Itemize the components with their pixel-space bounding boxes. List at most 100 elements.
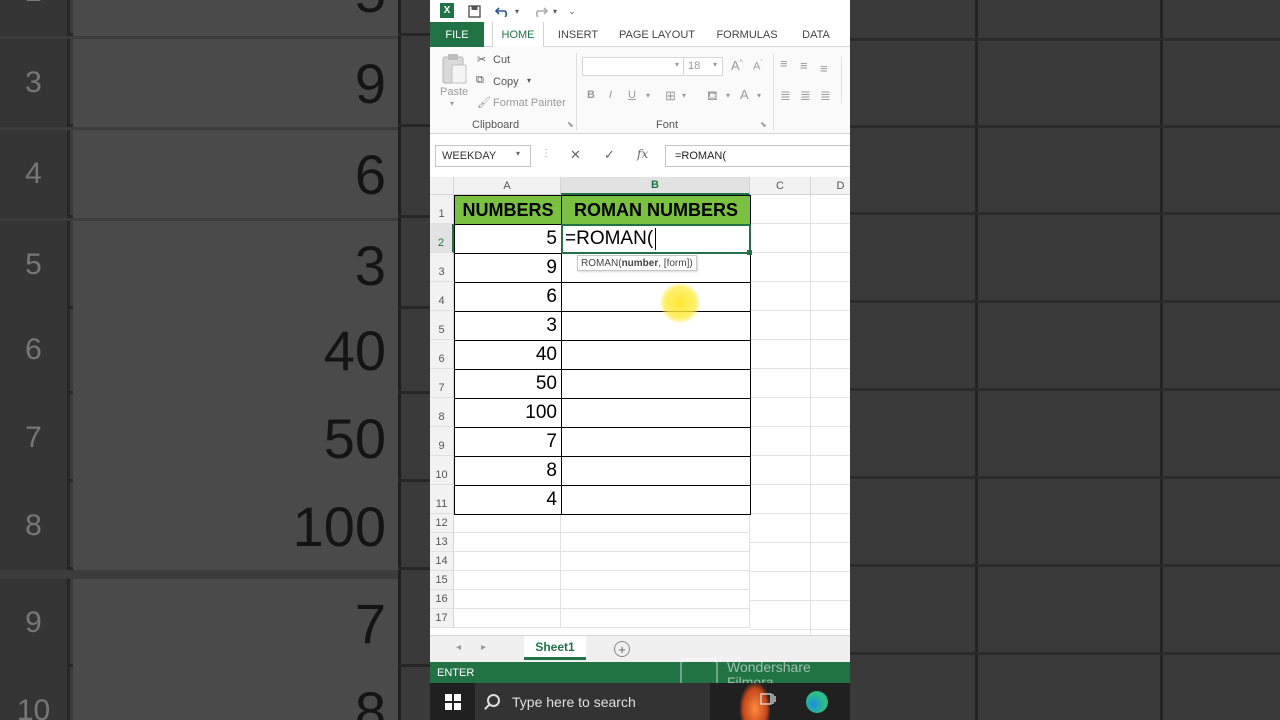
font-name-input[interactable] — [582, 57, 686, 76]
copy-icon[interactable]: ⧉ — [476, 74, 484, 87]
row-header[interactable]: 6 — [430, 340, 454, 369]
roman-cell[interactable] — [561, 282, 751, 312]
row-header[interactable]: 12 — [430, 514, 454, 533]
tab-insert[interactable]: INSERT — [552, 22, 604, 47]
row-header[interactable]: 13 — [430, 533, 454, 552]
cell[interactable] — [561, 571, 750, 590]
row-header[interactable]: 11 — [430, 485, 454, 514]
format-painter-icon[interactable]: 🖌 — [477, 96, 491, 109]
copy-button[interactable]: Copy — [493, 76, 519, 88]
row-header[interactable]: 14 — [430, 552, 454, 571]
number-cell[interactable]: 50 — [454, 369, 562, 399]
paste-button[interactable]: Paste — [440, 86, 468, 98]
fill-handle[interactable] — [747, 250, 752, 255]
roman-cell[interactable] — [561, 311, 751, 341]
shrink-font-icon[interactable]: Aˇ — [753, 60, 763, 73]
cell[interactable] — [454, 609, 561, 628]
cell[interactable] — [454, 590, 561, 609]
tab-file[interactable]: FILE — [430, 22, 484, 47]
clipboard-launcher-icon[interactable]: ⬊ — [567, 120, 574, 129]
row-header[interactable]: 1 — [430, 195, 454, 224]
align-center-icon[interactable]: ≣ — [800, 88, 811, 104]
copy-dropdown-icon[interactable]: ▾ — [527, 76, 531, 85]
number-cell[interactable]: 7 — [454, 427, 562, 457]
font-launcher-icon[interactable]: ⬊ — [760, 120, 767, 129]
task-view-icon[interactable] — [760, 691, 776, 712]
font-name-dropdown-icon[interactable]: ▾ — [675, 60, 679, 69]
active-cell-b2[interactable]: =ROMAN( — [561, 224, 751, 254]
bold-button[interactable]: B — [587, 89, 595, 101]
tab-data[interactable]: DATA — [794, 22, 838, 47]
number-cell[interactable]: 9 — [454, 253, 562, 283]
customize-toolbar-icon[interactable]: ⌄ — [567, 2, 577, 20]
roman-cell[interactable] — [561, 427, 751, 457]
row-header[interactable]: 9 — [430, 427, 454, 456]
header-cell-numbers[interactable]: NUMBERS — [454, 195, 562, 225]
insert-function-button[interactable]: fx — [637, 147, 648, 161]
row-header[interactable]: 7 — [430, 369, 454, 398]
number-cell[interactable]: 40 — [454, 340, 562, 370]
align-left-icon[interactable]: ≣ — [780, 88, 791, 104]
italic-button[interactable]: I — [609, 89, 612, 101]
cell[interactable] — [561, 552, 750, 571]
format-painter-button[interactable]: Format Painter — [493, 97, 566, 109]
roman-cell[interactable] — [561, 340, 751, 370]
sheet-tab-sheet1[interactable]: Sheet1 — [524, 636, 586, 660]
select-all-corner[interactable] — [430, 177, 454, 195]
align-top-icon[interactable]: ≡ — [780, 56, 788, 71]
undo-icon[interactable] — [492, 2, 514, 20]
underline-button[interactable]: U — [628, 89, 636, 101]
font-color-icon[interactable]: A — [740, 87, 749, 102]
column-header-a[interactable]: A — [454, 177, 561, 195]
number-cell[interactable]: 6 — [454, 282, 562, 312]
fill-color-icon[interactable]: ⛾ — [707, 88, 718, 106]
edge-browser-icon[interactable] — [806, 691, 828, 713]
underline-dropdown-icon[interactable]: ▾ — [646, 91, 650, 100]
row-header[interactable]: 16 — [430, 590, 454, 609]
number-cell[interactable]: 4 — [454, 485, 562, 515]
cancel-formula-button[interactable]: ✕ — [570, 147, 581, 163]
align-right-icon[interactable]: ≣ — [820, 88, 831, 104]
cell[interactable] — [561, 590, 750, 609]
formula-input[interactable]: =ROMAN( — [665, 145, 850, 167]
enter-formula-button[interactable]: ✓ — [604, 147, 615, 163]
header-cell-roman-numbers[interactable]: ROMAN NUMBERS — [561, 195, 751, 225]
font-size-dropdown-icon[interactable]: ▾ — [713, 60, 717, 69]
taskbar-search-box[interactable]: Type here to search — [475, 683, 770, 720]
font-color-dropdown-icon[interactable]: ▾ — [757, 91, 761, 100]
row-header[interactable]: 17 — [430, 609, 454, 628]
next-sheet-icon[interactable]: ▸ — [481, 642, 486, 653]
number-cell[interactable]: 5 — [454, 224, 562, 254]
cell[interactable] — [454, 533, 561, 552]
number-cell[interactable]: 100 — [454, 398, 562, 428]
roman-cell[interactable] — [561, 485, 751, 515]
number-cell[interactable]: 8 — [454, 456, 562, 486]
name-box-dropdown-icon[interactable]: ▾ — [516, 149, 520, 158]
tab-home[interactable]: HOME — [492, 22, 544, 48]
roman-cell[interactable] — [561, 369, 751, 399]
roman-cell[interactable] — [561, 456, 751, 486]
number-cell[interactable]: 3 — [454, 311, 562, 341]
grow-font-icon[interactable]: A^ — [731, 58, 743, 73]
tab-page-layout[interactable]: PAGE LAYOUT — [614, 22, 700, 47]
cut-icon[interactable]: ✂ — [477, 53, 486, 66]
tab-formulas[interactable]: FORMULAS — [710, 22, 784, 47]
redo-dropdown-icon[interactable]: ▾ — [551, 2, 559, 20]
column-header-c[interactable]: C — [750, 177, 811, 195]
add-sheet-button[interactable]: + — [614, 641, 630, 657]
cell[interactable] — [561, 533, 750, 552]
row-header[interactable]: 8 — [430, 398, 454, 427]
row-header[interactable]: 10 — [430, 456, 454, 485]
redo-icon[interactable] — [529, 2, 551, 20]
cell[interactable] — [561, 609, 750, 628]
cell[interactable] — [454, 552, 561, 571]
row-header[interactable]: 3 — [430, 253, 454, 282]
worksheet-grid[interactable]: A B C D 1 2 3 4 5 6 7 8 9 10 11 12 13 14… — [430, 177, 850, 635]
roman-cell[interactable] — [561, 398, 751, 428]
function-tooltip[interactable]: ROMAN(number, [form]) — [577, 255, 697, 271]
borders-icon[interactable]: ⊞ — [665, 88, 676, 104]
row-header[interactable]: 4 — [430, 282, 454, 311]
windows-start-icon[interactable] — [445, 694, 461, 710]
cell[interactable] — [454, 514, 561, 533]
borders-dropdown-icon[interactable]: ▾ — [682, 91, 686, 100]
